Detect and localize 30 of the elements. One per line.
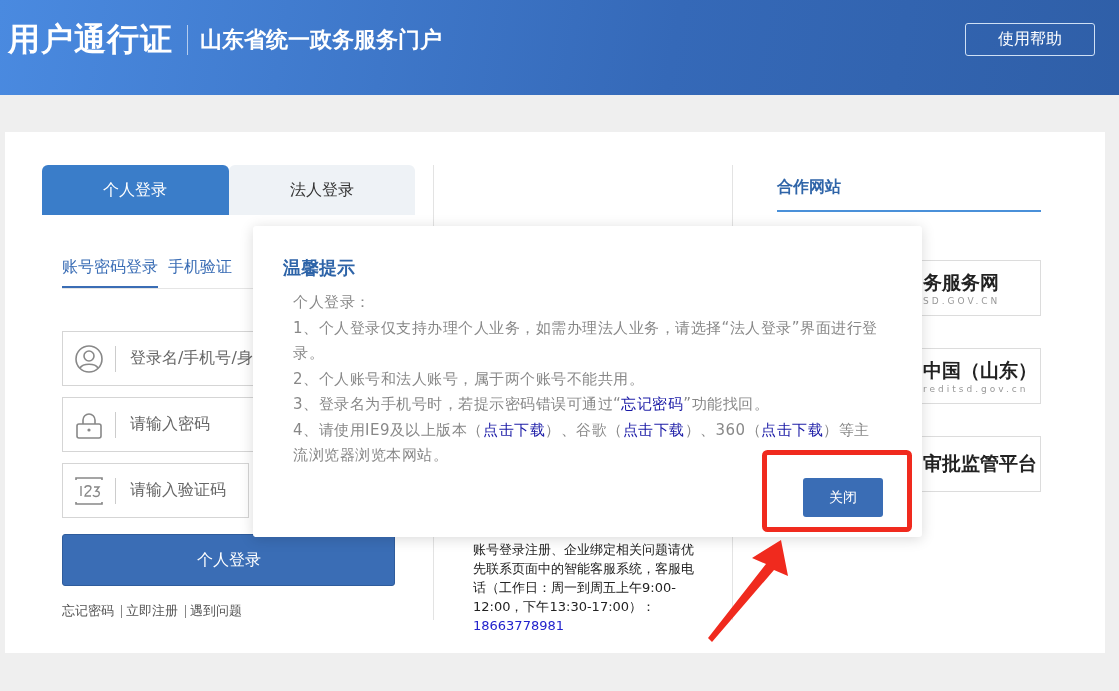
partner-url: reditsd.gov.cn (923, 384, 1030, 394)
download-link[interactable]: 点击下载 (483, 420, 545, 439)
user-icon (75, 344, 103, 373)
lock-icon (75, 410, 103, 439)
portal-subtitle: 山东省统一政务服务门户 (200, 26, 442, 54)
partner-name: 审批监管平台 (923, 451, 1038, 476)
phone-link[interactable]: 18663778981 (473, 618, 564, 633)
download-link[interactable]: 忘记密码 (621, 395, 684, 413)
download-link[interactable]: 点击下载 (622, 420, 685, 439)
captcha-icon (75, 476, 103, 505)
login-tab[interactable]: 法人登录 (228, 165, 415, 215)
login-method-tab[interactable]: 账号密码登录 (62, 257, 158, 288)
login-method-tab[interactable]: 手机验证 (168, 257, 232, 288)
input-field[interactable]: 请输入验证码 (62, 463, 249, 518)
partner-name: 务服务网 (923, 270, 1000, 295)
notice-text: 个人登录： (293, 292, 372, 313)
login-tab[interactable]: 个人登录 (42, 165, 229, 215)
login-button[interactable]: 个人登录 (62, 534, 395, 586)
help-button[interactable]: 使用帮助 (965, 22, 1095, 56)
dialog-title: 温馨提示 (283, 256, 356, 280)
download-link[interactable]: 点击下载 (761, 420, 824, 439)
partner-name: 中国（山东） (923, 358, 1038, 383)
help-text: 账号登录注册、企业绑定相关问题请优先联系页面中的智能客服系统，客服电话（工作日：周一到周五上午9:00-12:00，下午13:30-17:00）： 18663778981 (473, 541, 695, 635)
close-button[interactable]: 关闭 (803, 478, 883, 517)
section-title: 合作网站 (777, 177, 1041, 212)
footer-link[interactable]: 遇到问题 (190, 602, 242, 620)
portal-title: 用户通行证 (8, 19, 173, 60)
footer-link[interactable]: 立即注册 (126, 602, 178, 620)
partner-url: SD.GOV.CN (923, 296, 1002, 306)
footer-link[interactable]: 忘记密码 (62, 602, 114, 620)
